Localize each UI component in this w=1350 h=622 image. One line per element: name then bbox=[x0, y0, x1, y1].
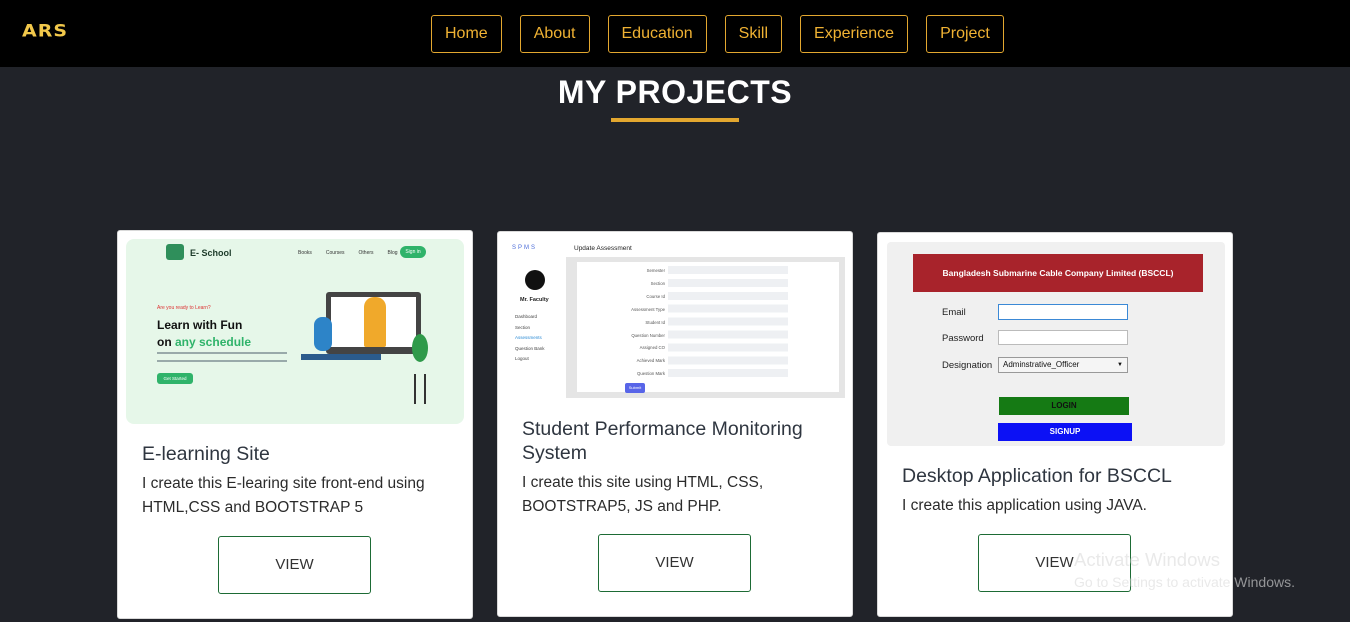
preview-menu: Books Courses Others Blog bbox=[298, 250, 398, 256]
preview-headline-2: on any schedule bbox=[157, 335, 251, 349]
spms-field-label: Section bbox=[650, 280, 665, 286]
bsccl-designation-value: Adminstrative_Officer bbox=[1003, 360, 1080, 369]
spms-menu-item: Logout bbox=[515, 356, 529, 361]
spms-inputs bbox=[668, 266, 788, 381]
chevron-down-icon: ▼ bbox=[1117, 362, 1123, 368]
project-description: I create this site using HTML, CSS, BOOT… bbox=[522, 474, 764, 515]
illustration-desk bbox=[301, 354, 381, 360]
illustration-teacher bbox=[364, 297, 386, 347]
illustration-student bbox=[314, 317, 332, 351]
spms-field-label: Course Id bbox=[646, 293, 665, 299]
preview-menu-item: Courses bbox=[325, 250, 345, 256]
site-logo[interactable]: ARS bbox=[22, 21, 68, 41]
preview-headline-highlight: any schedule bbox=[175, 335, 252, 349]
project-card-spms: SPMS Mr. Faculty Dashboard Section Asses… bbox=[497, 231, 853, 617]
bsccl-password-field bbox=[998, 330, 1128, 345]
bsccl-signup: SIGNUP bbox=[998, 423, 1132, 441]
nav-experience[interactable]: Experience bbox=[800, 15, 909, 53]
bsccl-banner: Bangladesh Submarine Cable Company Limit… bbox=[913, 254, 1203, 292]
preview-headline: Learn with Fun bbox=[157, 318, 243, 332]
preview-signin: Sign in bbox=[400, 246, 426, 258]
spms-menu-item: Section bbox=[515, 324, 531, 330]
preview-menu-item: Blog bbox=[387, 250, 398, 256]
spms-field-label: Achieved Mark bbox=[636, 358, 665, 364]
main-nav: Home About Education Skill Experience Pr… bbox=[431, 15, 1004, 53]
spms-field-label: Student Id bbox=[645, 319, 665, 325]
nav-skill[interactable]: Skill bbox=[724, 15, 783, 53]
spms-form-fields: Semester Section Course Id Assessment Ty… bbox=[611, 265, 665, 381]
nav-about[interactable]: About bbox=[519, 15, 590, 53]
bsccl-designation-label: Designation bbox=[942, 360, 993, 371]
activate-windows-subtext: Go to Settings to activate Windows. bbox=[1074, 574, 1295, 590]
illustration-stool bbox=[414, 374, 426, 404]
preview-get-started: Get Started bbox=[157, 373, 193, 384]
project-description: I create this application using JAVA. bbox=[902, 497, 1147, 514]
preview-menu-item: Others bbox=[358, 250, 374, 256]
school-logo-icon bbox=[166, 244, 184, 260]
spms-field-label: Question Number bbox=[631, 332, 665, 338]
bsccl-designation-select: Adminstrative_Officer ▼ bbox=[998, 357, 1128, 373]
project-description: I create this E-learing site front-end u… bbox=[142, 475, 425, 516]
spms-menu-item: Question Bank bbox=[515, 345, 545, 351]
project-title: E-learning Site bbox=[142, 443, 270, 465]
user-avatar-icon bbox=[525, 270, 545, 290]
section-title: MY PROJECTS bbox=[557, 74, 793, 110]
nav-project[interactable]: Project bbox=[926, 15, 1004, 53]
bsccl-email-field bbox=[998, 304, 1128, 320]
title-underline bbox=[611, 118, 739, 122]
preview-brand: E- School bbox=[190, 248, 232, 258]
bsccl-preview-image: Bangladesh Submarine Cable Company Limit… bbox=[887, 242, 1225, 446]
illustration-plant bbox=[412, 334, 428, 362]
spms-menu-item: Dashboard bbox=[515, 314, 538, 319]
project-card-elearning: E- School Books Courses Others Blog Sign… bbox=[117, 230, 473, 619]
spms-brand: SPMS bbox=[512, 245, 538, 251]
spms-preview-image: SPMS Mr. Faculty Dashboard Section Asses… bbox=[511, 240, 845, 398]
view-button[interactable]: VIEW bbox=[598, 534, 751, 592]
spms-sidebar-menu: Dashboard Section Assessments Question B… bbox=[515, 312, 545, 365]
spms-submit: Submit bbox=[625, 383, 645, 393]
nav-home[interactable]: Home bbox=[431, 15, 502, 53]
bsccl-password-label: Password bbox=[942, 333, 984, 344]
preview-menu-item: Books bbox=[298, 250, 312, 256]
top-navbar: ARS Home About Education Skill Experienc… bbox=[0, 0, 1350, 67]
nav-education[interactable]: Education bbox=[607, 15, 707, 53]
preview-text-lines bbox=[157, 352, 287, 362]
spms-field-label: Assessment Type bbox=[631, 306, 665, 312]
spms-menu-item: Assessments bbox=[515, 335, 542, 340]
spms-user: Mr. Faculty bbox=[520, 297, 549, 303]
activate-windows-watermark: Activate Windows bbox=[1074, 549, 1220, 570]
preview-headline-on: on bbox=[157, 335, 175, 349]
project-title: Student Performance Monitoring System bbox=[522, 418, 803, 464]
project-title: Desktop Application for BSCCL bbox=[902, 465, 1172, 487]
spms-field-label: Question Mark bbox=[637, 371, 665, 377]
elearning-preview-image: E- School Books Courses Others Blog Sign… bbox=[126, 239, 464, 424]
spms-field-label: Semester bbox=[646, 268, 665, 273]
spms-field-label: Assigned CO bbox=[639, 345, 665, 351]
preview-tagline: Are you ready to Learn? bbox=[157, 305, 211, 311]
view-button[interactable]: VIEW bbox=[218, 536, 371, 594]
spms-page-title: Update Assessment bbox=[574, 245, 632, 252]
bsccl-login: LOGIN bbox=[999, 397, 1129, 415]
bsccl-email-label: Email bbox=[942, 307, 966, 318]
